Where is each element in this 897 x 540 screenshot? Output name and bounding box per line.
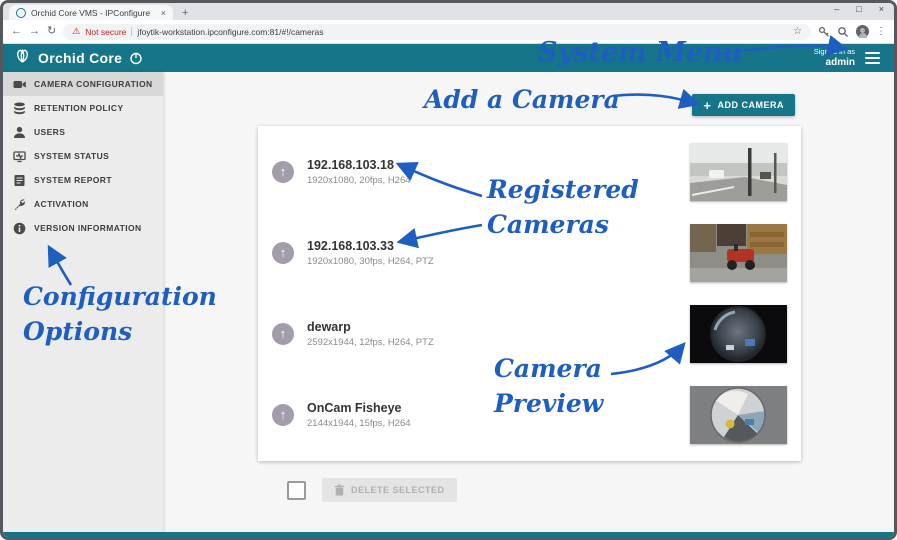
delete-row: DELETE SELECTED	[287, 478, 457, 502]
bookmark-star-icon[interactable]: ☆	[793, 26, 802, 37]
camera-thumbnail[interactable]	[690, 385, 787, 444]
sidebar-item-users[interactable]: USERS	[3, 120, 163, 144]
close-button[interactable]: ×	[879, 4, 884, 14]
key-icon[interactable]	[818, 26, 830, 38]
sidebar-item-retention-policy[interactable]: RETENTION POLICY	[3, 96, 163, 120]
omnibox-divider	[131, 27, 133, 36]
tab-close-icon[interactable]: ×	[161, 8, 166, 18]
sidebar-item-label: USERS	[34, 127, 66, 137]
camera-thumbnail[interactable]	[690, 224, 787, 283]
camera-row[interactable]: ↑ 192.168.103.33 1920x1080, 30fps, H264,…	[272, 213, 787, 294]
sidebar-item-label: VERSION INFORMATION	[34, 223, 142, 233]
back-button[interactable]: ←	[11, 26, 22, 37]
add-camera-label: ADD CAMERA	[717, 100, 784, 110]
activation-icon	[14, 198, 25, 210]
camera-online-arrow-icon: ↑	[272, 242, 294, 265]
camera-details: 2592x1944, 12fps, H264, PTZ	[307, 336, 434, 348]
forward-button[interactable]: →	[29, 26, 40, 37]
camera-online-arrow-icon: ↑	[272, 161, 294, 184]
address-bar[interactable]: ⚠ Not secure jfoytik-workstation.ipconfi…	[63, 23, 811, 40]
camera-details: 1920x1080, 20fps, H264	[307, 175, 411, 187]
camera-row[interactable]: ↑ dewarp 2592x1944, 12fps, H264, PTZ	[272, 294, 787, 375]
tab-favicon-icon	[16, 7, 26, 18]
camera-name[interactable]: OnCam Fisheye	[307, 401, 411, 415]
browser-menu-icon[interactable]: ⋮	[876, 26, 886, 37]
system-status-icon	[13, 150, 26, 162]
url-text[interactable]: jfoytik-workstation.ipconfigure.com:81/#…	[137, 27, 788, 37]
camera-details: 2144x1944, 15fps, H264	[307, 417, 411, 429]
system-menu-icon[interactable]	[865, 52, 880, 64]
new-tab-button[interactable]: +	[182, 7, 188, 19]
not-secure-label: Not secure	[85, 26, 127, 37]
signed-in-username: admin	[825, 56, 855, 68]
sidebar: CAMERA CONFIGURATION RETENTION POLICY US…	[3, 72, 163, 532]
users-icon	[14, 126, 25, 138]
sidebar-item-label: RETENTION POLICY	[34, 103, 124, 113]
signed-in-block: Signed in as admin	[813, 46, 855, 68]
sidebar-item-system-status[interactable]: SYSTEM STATUS	[3, 144, 163, 168]
system-report-icon	[14, 174, 25, 186]
browser-window: Orchid Core VMS - IPConfigure × + – □ × …	[0, 0, 897, 540]
camera-name[interactable]: dewarp	[307, 320, 434, 334]
main-content: + ADD CAMERA ↑ 192.168.103.18 1920x1080,…	[163, 72, 894, 532]
sidebar-item-label: SYSTEM REPORT	[34, 175, 112, 185]
maximize-button[interactable]: □	[856, 4, 861, 14]
sidebar-item-label: SYSTEM STATUS	[34, 151, 110, 161]
footer-bar	[3, 532, 894, 537]
app-header: Orchid Core Signed in as admin	[3, 44, 894, 72]
camera-thumbnail[interactable]	[690, 304, 787, 363]
camera-online-arrow-icon: ↑	[272, 322, 294, 345]
sidebar-item-camera-configuration[interactable]: CAMERA CONFIGURATION	[3, 72, 163, 96]
camera-row[interactable]: ↑ OnCam Fisheye 2144x1944, 15fps, H264	[272, 374, 787, 455]
delete-selected-button[interactable]: DELETE SELECTED	[322, 478, 457, 502]
refresh-button[interactable]: ↻	[47, 26, 56, 37]
sidebar-item-system-report[interactable]: SYSTEM REPORT	[3, 168, 163, 192]
not-secure-warning-icon: ⚠	[72, 26, 81, 36]
camera-online-arrow-icon: ↑	[272, 403, 294, 426]
retention-icon	[14, 102, 25, 114]
plus-icon: +	[703, 97, 712, 113]
select-all-checkbox[interactable]	[287, 480, 306, 500]
power-icon[interactable]	[129, 51, 143, 65]
camera-icon	[13, 80, 26, 88]
camera-row[interactable]: ↑ 192.168.103.18 1920x1080, 20fps, H264	[272, 132, 787, 213]
orchid-logo-icon	[13, 47, 32, 69]
zoom-icon[interactable]	[837, 26, 849, 38]
camera-name[interactable]: 192.168.103.33	[307, 239, 434, 253]
camera-list-card: ↑ 192.168.103.18 1920x1080, 20fps, H264	[258, 126, 801, 461]
tab-title: Orchid Core VMS - IPConfigure	[31, 7, 151, 18]
camera-name[interactable]: 192.168.103.18	[307, 158, 411, 172]
camera-thumbnail[interactable]	[690, 143, 787, 202]
version-info-icon	[13, 222, 26, 234]
brand-title: Orchid Core	[38, 50, 123, 66]
signed-in-label: Signed in as	[813, 46, 855, 56]
add-camera-button[interactable]: + ADD CAMERA	[692, 94, 795, 116]
sidebar-item-label: ACTIVATION	[34, 199, 89, 209]
tab-strip: Orchid Core VMS - IPConfigure × + – □ ×	[3, 3, 894, 20]
sidebar-item-label: CAMERA CONFIGURATION	[34, 79, 153, 89]
window-controls: – □ ×	[834, 4, 884, 14]
browser-tab[interactable]: Orchid Core VMS - IPConfigure ×	[9, 5, 173, 20]
browser-toolbar: ← → ↻ ⚠ Not secure jfoytik-workstation.i…	[3, 20, 894, 44]
sidebar-item-activation[interactable]: ACTIVATION	[3, 192, 163, 216]
profile-avatar[interactable]	[856, 25, 869, 38]
minimize-button[interactable]: –	[834, 4, 839, 14]
trash-icon	[334, 484, 345, 496]
delete-selected-label: DELETE SELECTED	[351, 485, 445, 495]
camera-details: 1920x1080, 30fps, H264, PTZ	[307, 256, 434, 268]
sidebar-item-version-information[interactable]: VERSION INFORMATION	[3, 216, 163, 240]
